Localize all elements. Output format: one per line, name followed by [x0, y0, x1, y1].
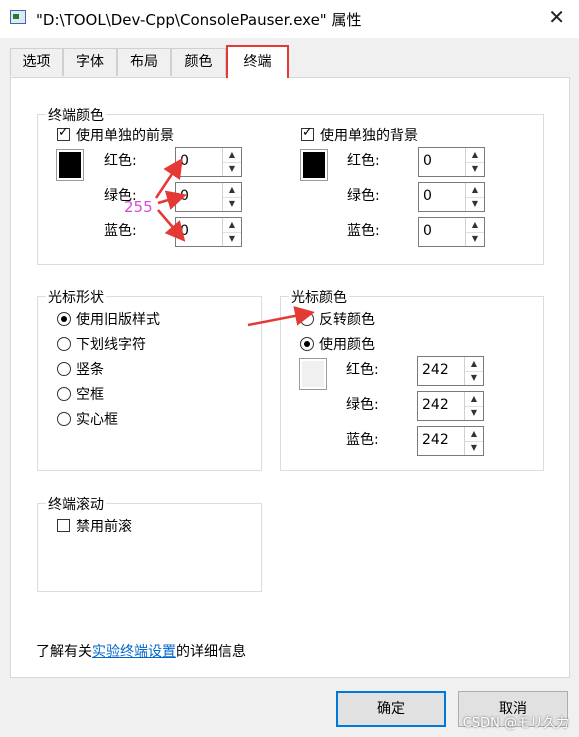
watermark: CSDN @モリ久力 — [462, 716, 569, 731]
terminal-scroll-group: 终端滚动 禁用前滚 — [37, 494, 262, 592]
cursor-green-label: 绿色: — [346, 397, 379, 413]
window-title: "D:\TOOL\Dev-Cpp\ConsolePauser.exe" 属性 — [36, 11, 362, 29]
cursor-shape-group: 光标形状 使用旧版样式 下划线字符 竖条 空框 实心框 — [37, 287, 262, 471]
disable-scroll-forward-checkbox[interactable] — [57, 519, 70, 532]
foreground-red-value[interactable]: 0 — [180, 153, 189, 169]
terminal-scroll-legend: 终端滚动 — [46, 494, 106, 514]
foreground-blue-value[interactable]: 0 — [180, 223, 189, 239]
cursor-color-group: 光标颜色 反转颜色 使用颜色 红色: 242 ▲ ▼ 绿色: 242 ▲ ▼ 蓝色:… — [280, 287, 544, 471]
ok-button[interactable]: 确定 — [336, 691, 446, 727]
title-bar: "D:\TOOL\Dev-Cpp\ConsolePauser.exe" 属性 ✕ — [0, 0, 579, 38]
invert-color-label[interactable]: 反转颜色 — [319, 309, 375, 329]
cursor-shape-option[interactable]: 空框 — [76, 384, 104, 404]
use-color-label[interactable]: 使用颜色 — [319, 334, 375, 354]
spin-up-icon[interactable]: ▲ — [466, 183, 484, 198]
background-green-label: 绿色: — [347, 188, 380, 204]
tab-colors[interactable]: 颜色 — [171, 48, 226, 76]
cursor-blue-value[interactable]: 242 — [422, 432, 449, 448]
cursor-shape-option[interactable]: 使用旧版样式 — [76, 309, 160, 329]
foreground-green-spinner[interactable]: 0 ▲ ▼ — [175, 182, 242, 212]
foreground-blue-label: 蓝色: — [104, 223, 137, 239]
foreground-checkbox-label: 使用单独的前景 — [76, 128, 174, 144]
cursor-shape-option[interactable]: 实心框 — [76, 409, 118, 429]
info-text: 了解有关实验终端设置的详细信息 — [36, 641, 246, 661]
spin-up-icon[interactable]: ▲ — [223, 218, 241, 233]
background-red-spinner[interactable]: 0 ▲ ▼ — [418, 147, 485, 177]
foreground-red-label: 红色: — [104, 153, 137, 169]
spin-down-icon[interactable]: ▼ — [223, 197, 241, 211]
spin-up-icon[interactable]: ▲ — [466, 148, 484, 163]
spin-up-icon[interactable]: ▲ — [465, 427, 483, 442]
background-green-value[interactable]: 0 — [423, 188, 432, 204]
spin-up-icon[interactable]: ▲ — [465, 357, 483, 372]
app-icon — [10, 10, 26, 24]
background-checkbox[interactable] — [301, 125, 314, 141]
terminal-colors-legend: 终端颜色 — [46, 105, 106, 125]
terminal-colors-group: 终端颜色 使用单独的前景 红色: 0 ▲▼ 绿色: 0 ▲▼ 蓝色: 0 ▲▼ … — [37, 105, 544, 265]
tab-terminal[interactable]: 终端 — [226, 45, 289, 78]
cursor-color-legend: 光标颜色 — [289, 287, 349, 307]
foreground-color-swatch — [56, 149, 84, 181]
background-blue-spinner[interactable]: 0 ▲ ▼ — [418, 217, 485, 247]
spin-up-icon[interactable]: ▲ — [466, 218, 484, 233]
background-red-value[interactable]: 0 — [423, 153, 432, 169]
spin-down-icon[interactable]: ▼ — [465, 406, 483, 420]
cursor-green-value[interactable]: 242 — [422, 397, 449, 413]
spin-down-icon[interactable]: ▼ — [465, 371, 483, 385]
experimental-settings-link[interactable]: 实验终端设置 — [92, 644, 176, 660]
background-checkbox-label: 使用单独的背景 — [320, 128, 418, 144]
spin-down-icon[interactable]: ▼ — [466, 197, 484, 211]
background-blue-value[interactable]: 0 — [423, 223, 432, 239]
cursor-shape-legend: 光标形状 — [46, 287, 106, 307]
cursor-shape-radio[interactable] — [57, 337, 71, 351]
cursor-green-spinner[interactable]: 242 ▲ ▼ — [417, 391, 484, 421]
disable-scroll-forward-label[interactable]: 禁用前滚 — [76, 516, 132, 536]
cursor-red-label: 红色: — [346, 362, 379, 378]
foreground-blue-spinner[interactable]: 0 ▲ ▼ — [175, 217, 242, 247]
spin-up-icon[interactable]: ▲ — [223, 148, 241, 163]
cursor-shape-option[interactable]: 竖条 — [76, 359, 104, 379]
cursor-shape-option[interactable]: 下划线字符 — [76, 334, 146, 354]
background-color-swatch — [300, 149, 328, 181]
use-color-radio[interactable] — [300, 337, 314, 351]
cursor-shape-radio[interactable] — [57, 387, 71, 401]
spin-up-icon[interactable]: ▲ — [465, 392, 483, 407]
cursor-shape-radio[interactable] — [57, 362, 71, 376]
tab-panel: 终端颜色 使用单独的前景 红色: 0 ▲▼ 绿色: 0 ▲▼ 蓝色: 0 ▲▼ … — [10, 77, 570, 678]
cursor-red-spinner[interactable]: 242 ▲ ▼ — [417, 356, 484, 386]
spin-down-icon[interactable]: ▼ — [466, 232, 484, 246]
tab-options[interactable]: 选项 — [10, 48, 63, 76]
annotation-255-label: 255 — [124, 198, 153, 216]
cursor-red-value[interactable]: 242 — [422, 362, 449, 378]
info-suffix: 的详细信息 — [176, 644, 246, 660]
cursor-blue-spinner[interactable]: 242 ▲ ▼ — [417, 426, 484, 456]
background-red-label: 红色: — [347, 153, 380, 169]
cursor-blue-label: 蓝色: — [346, 432, 379, 448]
foreground-checkbox[interactable] — [57, 125, 70, 141]
spin-up-icon[interactable]: ▲ — [223, 183, 241, 198]
invert-color-radio[interactable] — [300, 312, 314, 326]
spin-down-icon[interactable]: ▼ — [465, 441, 483, 455]
tab-layout[interactable]: 布局 — [117, 48, 171, 76]
cursor-shape-radio[interactable] — [57, 412, 71, 426]
spin-down-icon[interactable]: ▼ — [466, 162, 484, 176]
cursor-shape-radio[interactable] — [57, 312, 71, 326]
spin-down-icon[interactable]: ▼ — [223, 162, 241, 176]
background-green-spinner[interactable]: 0 ▲ ▼ — [418, 182, 485, 212]
foreground-green-value[interactable]: 0 — [180, 188, 189, 204]
foreground-red-spinner[interactable]: 0 ▲ ▼ — [175, 147, 242, 177]
background-blue-label: 蓝色: — [347, 223, 380, 239]
spin-down-icon[interactable]: ▼ — [223, 232, 241, 246]
tab-font[interactable]: 字体 — [63, 48, 117, 76]
info-prefix: 了解有关 — [36, 644, 92, 660]
close-icon[interactable]: ✕ — [548, 6, 565, 28]
cursor-color-swatch — [299, 358, 327, 390]
